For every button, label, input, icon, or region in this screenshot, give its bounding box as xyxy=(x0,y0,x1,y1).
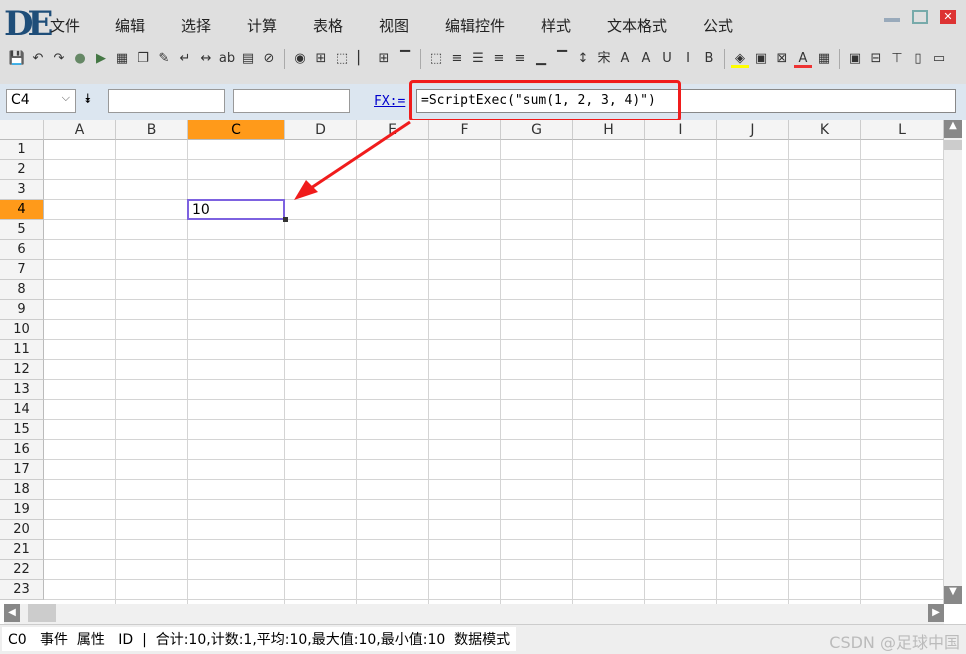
status-text: C0 事件 属性 ID | 合计:10,计数:1,平均:10,最大值:10,最小… xyxy=(2,627,517,651)
horizontal-scrollbar[interactable]: ◀ ▶ xyxy=(4,604,944,624)
scroll-down-icon[interactable]: ▼ xyxy=(944,586,962,604)
scroll-right-icon[interactable]: ▶ xyxy=(928,604,944,622)
vertical-scrollbar[interactable]: ▲ ▼ xyxy=(944,120,962,604)
annotation-arrow xyxy=(294,120,411,200)
status-bar: C0 事件 属性 ID | 合计:10,计数:1,平均:10,最大值:10,最小… xyxy=(0,624,966,654)
scroll-left-icon[interactable]: ◀ xyxy=(4,604,20,622)
scroll-up-icon[interactable]: ▲ xyxy=(944,120,962,138)
watermark: CSDN @足球中国 xyxy=(829,633,960,652)
scroll-thumb-h[interactable] xyxy=(28,604,56,622)
scroll-thumb[interactable] xyxy=(944,140,962,150)
